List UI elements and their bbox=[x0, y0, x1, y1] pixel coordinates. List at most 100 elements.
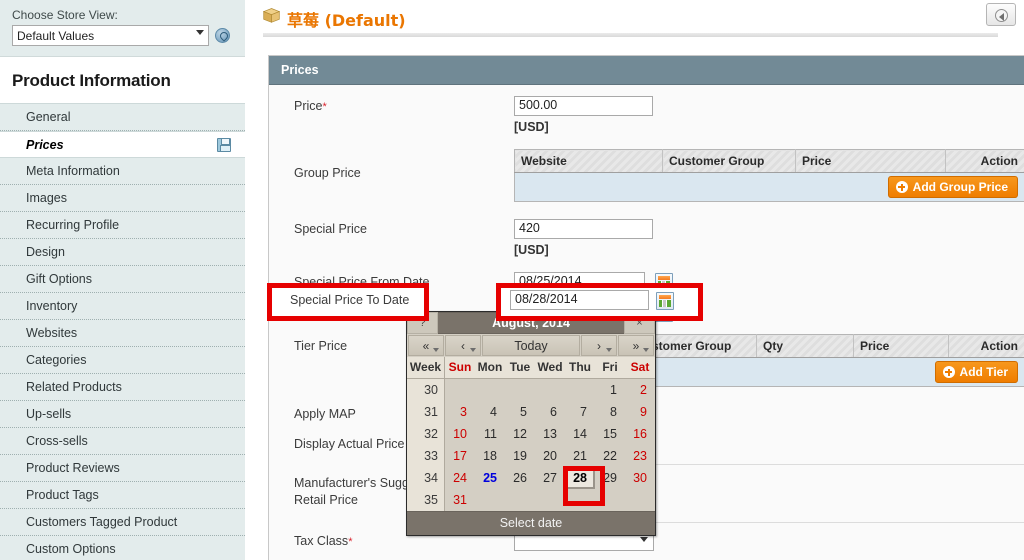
date-picker-popup[interactable]: ? August, 2014 × « ‹ Today › » Week Sun … bbox=[406, 311, 656, 536]
sidebar-item-images[interactable]: Images bbox=[0, 185, 245, 212]
calendar-day-11[interactable]: 11 bbox=[475, 423, 505, 445]
calendar-day-16[interactable]: 16 bbox=[625, 423, 655, 445]
sidebar-item-related-products[interactable]: Related Products bbox=[0, 374, 245, 401]
calendar-day-28[interactable]: 28 bbox=[565, 467, 595, 489]
calendar-day-27[interactable]: 27 bbox=[535, 467, 565, 489]
table-row: Add Group Price bbox=[514, 172, 1024, 202]
calendar-day-12[interactable]: 12 bbox=[505, 423, 535, 445]
calendar-day-empty bbox=[475, 489, 505, 511]
tab-label: Images bbox=[26, 191, 67, 205]
calendar-day-17[interactable]: 17 bbox=[445, 445, 475, 467]
sidebar-item-meta-information[interactable]: Meta Information bbox=[0, 158, 245, 185]
tab-label: Websites bbox=[26, 326, 78, 340]
calendar-day-23[interactable]: 23 bbox=[625, 445, 655, 467]
calendar-day-13[interactable]: 13 bbox=[535, 423, 565, 445]
calendar-icon[interactable] bbox=[656, 292, 674, 310]
special-price-input[interactable]: 420 bbox=[514, 219, 653, 239]
calendar-week-row: 35 31 bbox=[407, 489, 655, 511]
calendar-week-number[interactable]: 33 bbox=[407, 445, 445, 467]
highlighted-special-price-to-date-label: Special Price To Date bbox=[290, 293, 410, 307]
page-header: 草莓 (Default) bbox=[245, 0, 1024, 37]
calendar-day-19[interactable]: 19 bbox=[505, 445, 535, 467]
calendar-day-2[interactable]: 2 bbox=[625, 379, 655, 401]
calendar-week-number[interactable]: 31 bbox=[407, 401, 445, 423]
price-input[interactable]: 500.00 bbox=[514, 96, 653, 116]
back-arrow-glyph bbox=[999, 13, 1004, 21]
calendar-day-20[interactable]: 20 bbox=[535, 445, 565, 467]
sidebar-item-product-tags[interactable]: Product Tags bbox=[0, 482, 245, 509]
prev-year-button[interactable]: « bbox=[408, 335, 444, 356]
calendar-day-10[interactable]: 10 bbox=[445, 423, 475, 445]
dow-sat: Sat bbox=[630, 360, 650, 374]
calendar-day-24[interactable]: 24 bbox=[445, 467, 475, 489]
calendar-week-row: 33 17 18 19 20 21 22 23 bbox=[407, 445, 655, 467]
add-tier-button[interactable]: Add Tier bbox=[934, 361, 1018, 383]
calendar-day-15[interactable]: 15 bbox=[595, 423, 625, 445]
calendar-week-number[interactable]: 35 bbox=[407, 489, 445, 511]
sidebar-item-general[interactable]: General bbox=[0, 104, 245, 131]
calendar-week-number[interactable]: 30 bbox=[407, 379, 445, 401]
calendar-day-9[interactable]: 9 bbox=[625, 401, 655, 423]
calendar-day-22[interactable]: 22 bbox=[595, 445, 625, 467]
highlighted-calendar-icon[interactable] bbox=[656, 291, 674, 310]
sidebar-item-categories[interactable]: Categories bbox=[0, 347, 245, 374]
product-info-tab-list: General Prices Meta Information Images R… bbox=[0, 103, 245, 560]
col-qty: Qty bbox=[756, 334, 854, 358]
chevron-down-icon bbox=[606, 348, 612, 352]
calendar-day-29[interactable]: 29 bbox=[595, 467, 625, 489]
calendar-day-5[interactable]: 5 bbox=[505, 401, 535, 423]
chevron-down-icon bbox=[470, 348, 476, 352]
calendar-day-7[interactable]: 7 bbox=[565, 401, 595, 423]
sidebar-item-cross-sells[interactable]: Cross-sells bbox=[0, 428, 245, 455]
prev-month-button[interactable]: ‹ bbox=[445, 335, 481, 356]
panel-title: Prices bbox=[269, 56, 1024, 85]
sidebar-item-websites[interactable]: Websites bbox=[0, 320, 245, 347]
sidebar-item-prices[interactable]: Prices bbox=[0, 131, 245, 158]
field-special-price: Special Price 420 [USD] bbox=[269, 219, 1024, 263]
required-marker: * bbox=[322, 101, 327, 113]
calendar-day-8[interactable]: 8 bbox=[595, 401, 625, 423]
back-button[interactable] bbox=[986, 3, 1016, 26]
calendar-day-4[interactable]: 4 bbox=[475, 401, 505, 423]
calendar-day-empty bbox=[625, 489, 655, 511]
sidebar-item-inventory[interactable]: Inventory bbox=[0, 293, 245, 320]
calendar-day-empty bbox=[475, 379, 505, 401]
calendar-day-25[interactable]: 25 bbox=[475, 467, 505, 489]
calendar-day-1[interactable]: 1 bbox=[595, 379, 625, 401]
calendar-day-14[interactable]: 14 bbox=[565, 423, 595, 445]
sidebar-item-customers-tagged-product[interactable]: Customers Tagged Product bbox=[0, 509, 245, 536]
sidebar-item-design[interactable]: Design bbox=[0, 239, 245, 266]
calendar-day-empty bbox=[445, 379, 475, 401]
sidebar-item-recurring-profile[interactable]: Recurring Profile bbox=[0, 212, 245, 239]
sidebar-item-custom-options[interactable]: Custom Options bbox=[0, 536, 245, 560]
next-month-button[interactable]: › bbox=[581, 335, 617, 356]
calendar-week-number[interactable]: 34 bbox=[407, 467, 445, 489]
sidebar-item-gift-options[interactable]: Gift Options bbox=[0, 266, 245, 293]
calendar-day-21[interactable]: 21 bbox=[565, 445, 595, 467]
calendar-day-empty bbox=[505, 379, 535, 401]
sidebar-item-up-sells[interactable]: Up-sells bbox=[0, 401, 245, 428]
table-header-row: Website Customer Group Price Action bbox=[514, 149, 1024, 173]
calendar-day-3[interactable]: 3 bbox=[445, 401, 475, 423]
tab-label: Related Products bbox=[26, 380, 122, 394]
next-year-button[interactable]: » bbox=[618, 335, 654, 356]
special-price-currency: [USD] bbox=[514, 243, 549, 257]
tab-label: Inventory bbox=[26, 299, 78, 313]
store-view-select[interactable]: Default Values bbox=[12, 25, 209, 46]
dow-thu: Thu bbox=[569, 360, 591, 374]
tab-label: Categories bbox=[26, 353, 87, 367]
col-price: Price bbox=[853, 334, 949, 358]
calendar-day-empty bbox=[565, 489, 595, 511]
today-button[interactable]: Today bbox=[482, 335, 580, 356]
calendar-week-number[interactable]: 32 bbox=[407, 423, 445, 445]
highlighted-special-price-to-date-input[interactable]: 08/28/2014 bbox=[510, 290, 649, 310]
calendar-day-18[interactable]: 18 bbox=[475, 445, 505, 467]
add-group-price-button[interactable]: Add Group Price bbox=[887, 176, 1018, 198]
help-icon[interactable] bbox=[215, 28, 230, 43]
calendar-day-26[interactable]: 26 bbox=[505, 467, 535, 489]
calendar-day-6[interactable]: 6 bbox=[535, 401, 565, 423]
sidebar-item-product-reviews[interactable]: Product Reviews bbox=[0, 455, 245, 482]
calendar-day-31[interactable]: 31 bbox=[445, 489, 475, 511]
calendar-day-30[interactable]: 30 bbox=[625, 467, 655, 489]
calendar-footer[interactable]: Select date bbox=[407, 511, 655, 535]
